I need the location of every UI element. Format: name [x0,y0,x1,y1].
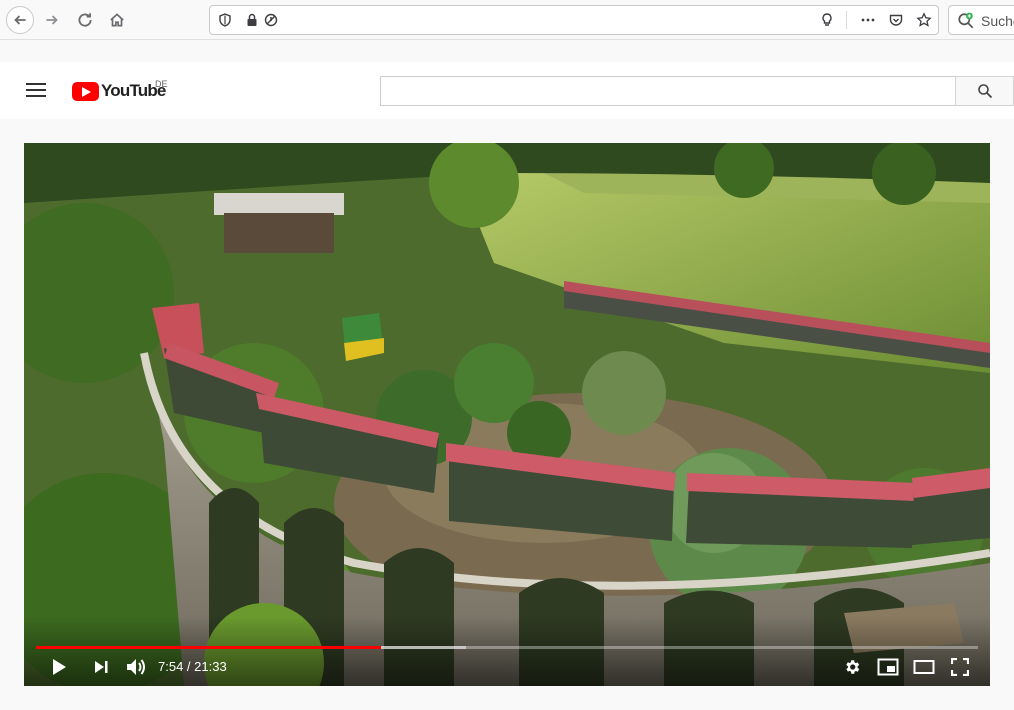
youtube-search-button[interactable] [955,76,1014,106]
reload-icon [78,13,92,27]
progress-played [36,646,382,649]
home-icon [110,13,124,27]
volume-button[interactable] [121,654,151,680]
youtube-search-input[interactable] [380,76,956,106]
bulb-icon[interactable] [819,12,835,28]
youtube-header: YouTube DE [0,62,1014,119]
settings-button[interactable] [837,654,867,680]
play-button[interactable] [44,654,74,680]
video-player[interactable]: 7:54 / 21:33 [24,143,990,686]
forward-button[interactable] [38,6,66,34]
youtube-logo[interactable]: YouTube DE [72,79,168,101]
url-input[interactable] [292,11,792,29]
fullscreen-icon [951,658,969,676]
volume-icon [127,659,145,675]
next-icon [95,661,108,673]
more-icon[interactable] [860,12,876,28]
theater-icon [913,660,935,674]
browser-toolbar: Suche [0,0,1014,40]
back-button[interactable] [6,6,34,34]
fullscreen-button[interactable] [945,654,975,680]
search-icon [977,84,992,99]
progress-bar[interactable] [36,646,978,649]
arrow-right-icon [46,15,58,25]
play-icon [53,659,66,675]
lock-icon[interactable] [244,12,260,28]
reload-button[interactable] [71,6,99,34]
pocket-icon[interactable] [888,12,904,28]
search-engine-icon [958,12,974,29]
theater-button[interactable] [909,654,939,680]
progress-buffered [381,646,467,649]
star-icon[interactable] [916,12,932,28]
arrow-left-icon [14,15,26,25]
search-placeholder: Suche [981,13,1014,29]
mic-off-icon[interactable] [263,12,279,28]
video-frame [24,143,990,686]
url-bar[interactable] [209,5,939,35]
miniplayer-button[interactable] [873,654,903,680]
menu-icon[interactable] [26,83,46,99]
time-display: 7:54 / 21:33 [158,659,227,674]
shield-icon[interactable] [217,12,233,28]
next-button[interactable] [86,654,116,680]
gear-icon [846,660,860,674]
miniplayer-icon [877,658,899,676]
youtube-play-logo-icon [72,81,99,101]
browser-search-box[interactable]: Suche [948,5,1014,35]
home-button[interactable] [103,6,131,34]
region-label: DE [155,79,168,89]
